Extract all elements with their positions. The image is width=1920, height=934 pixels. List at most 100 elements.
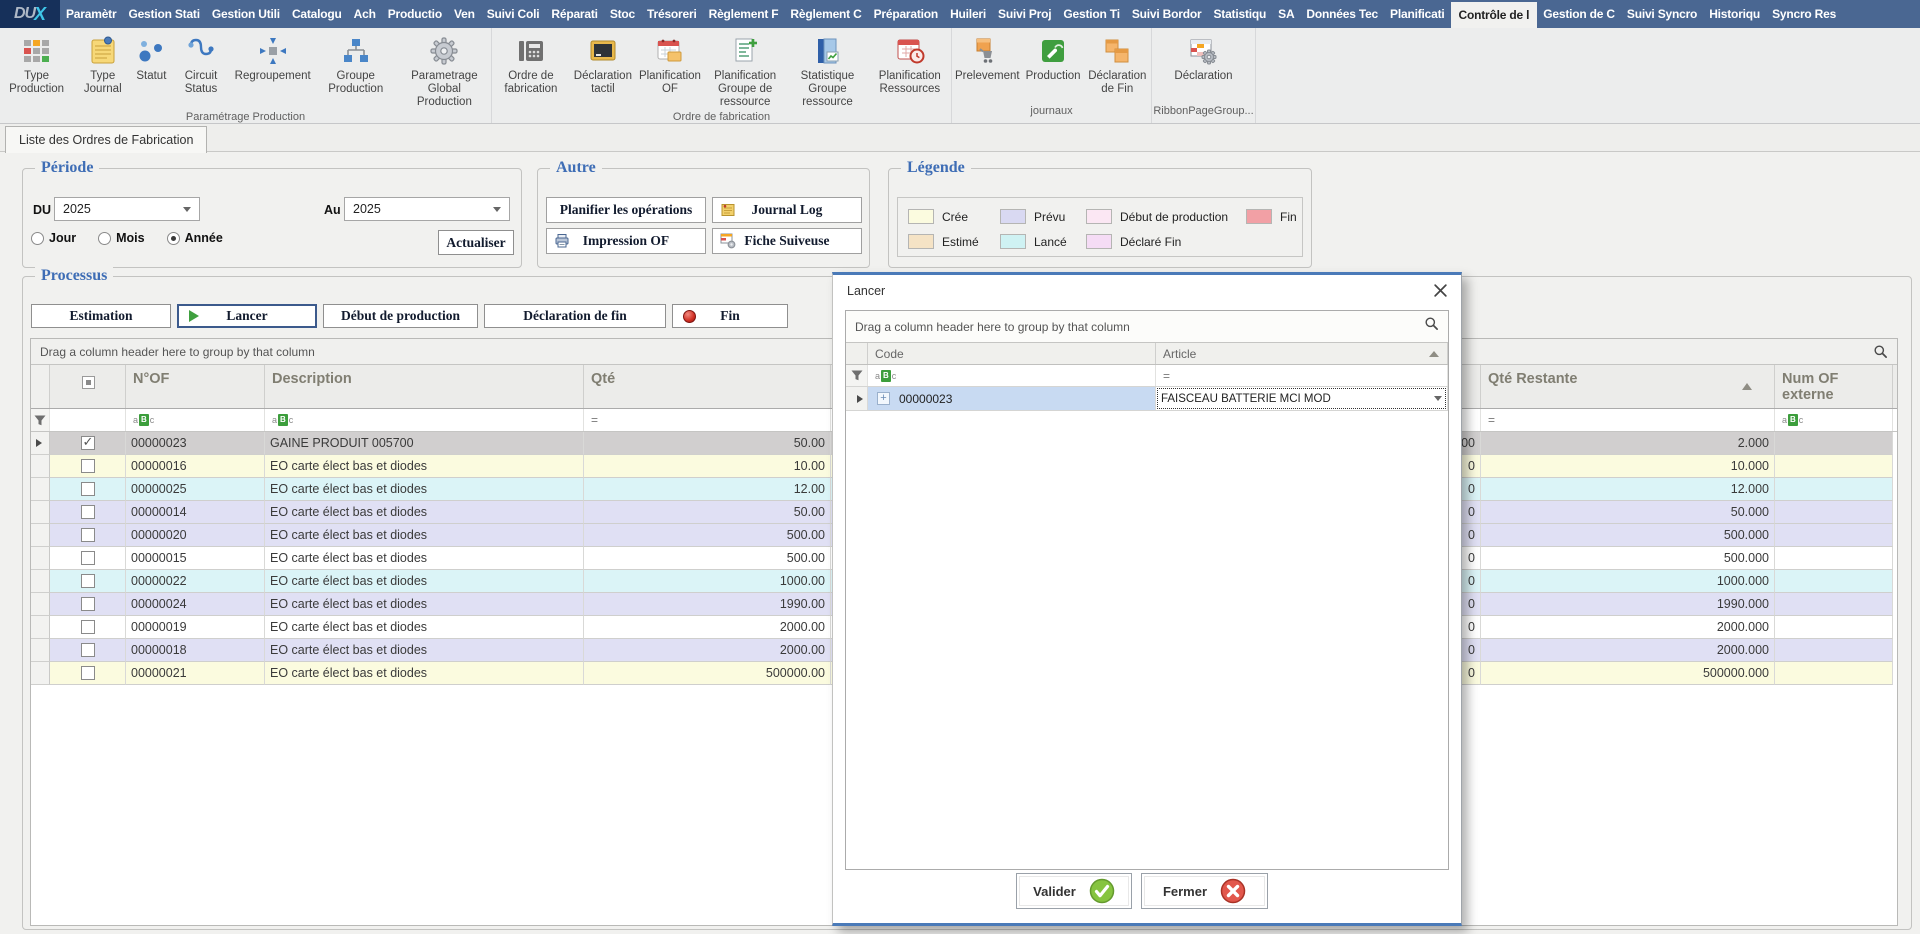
menu-item-productio[interactable]: Productio (382, 0, 448, 28)
filter-cell-nof2[interactable]: aBc (1775, 409, 1893, 431)
menu-item-planificati[interactable]: Planificati (1384, 0, 1450, 28)
radio-mois[interactable]: Mois (98, 231, 144, 245)
radio-annee[interactable]: Année (167, 231, 223, 245)
dialog-column-header-article[interactable]: Article (1156, 343, 1448, 364)
ribbon-button-groupe-production[interactable]: Groupe Production (314, 33, 398, 98)
row-checkbox[interactable] (81, 643, 95, 657)
row-checkbox[interactable] (81, 459, 95, 473)
ribbon-button-production[interactable]: Production (1023, 33, 1084, 85)
row-checkbox[interactable] (81, 528, 95, 542)
au-year-select[interactable]: 2025 (344, 197, 510, 221)
ribbon-button-planification-of[interactable]: Planification OF (636, 33, 704, 98)
filter-cell-ind[interactable] (31, 409, 50, 431)
filter-cell-desc[interactable]: aBc (265, 409, 584, 431)
ribbon-button-planification-groupe-de-ressource[interactable]: Planification Groupe de ressource (704, 33, 786, 111)
dialog-filter-cell-code[interactable]: aBc (868, 365, 1156, 386)
filter-cell-nof[interactable]: aBc (126, 409, 265, 431)
row-checkbox[interactable] (81, 620, 95, 634)
menu-item-statistiqu[interactable]: Statistiqu (1207, 0, 1272, 28)
menu-item-gestion-ti[interactable]: Gestion Ti (1057, 0, 1125, 28)
radio-jour[interactable]: Jour (31, 231, 76, 245)
dropdown-arrow-icon[interactable] (1434, 396, 1442, 401)
row-checkbox[interactable] (81, 597, 95, 611)
menu-item-preparation[interactable]: Préparation (868, 0, 945, 28)
column-header-sel[interactable] (50, 365, 126, 408)
ribbon-button-type-production[interactable]: Type Production (0, 33, 73, 98)
column-header-desc[interactable]: Description (265, 365, 584, 408)
menu-item-reparati[interactable]: Réparati (545, 0, 603, 28)
expand-plus-icon[interactable] (877, 392, 890, 405)
button-planifier-les-operations[interactable]: Planifier les opérations (546, 197, 706, 223)
search-icon[interactable] (1873, 344, 1888, 359)
menu-item-suivi-syncro[interactable]: Suivi Syncro (1621, 0, 1703, 28)
button-debut-de-production[interactable]: Début de production (323, 304, 478, 328)
row-checkbox[interactable] (81, 551, 95, 565)
search-icon[interactable] (1424, 316, 1439, 331)
actualiser-button[interactable]: Actualiser (438, 230, 514, 255)
column-header-qte[interactable]: Qté (584, 365, 831, 408)
ribbon-button-parametrage-global-production[interactable]: Parametrage Global Production (398, 33, 491, 111)
menu-item-historiqu[interactable]: Historiqu (1703, 0, 1766, 28)
menu-item-syncro-res[interactable]: Syncro Res (1766, 0, 1842, 28)
menu-item-controle-de-l[interactable]: Contrôle de l (1451, 2, 1538, 28)
menu-item-catalogu[interactable]: Catalogu (286, 0, 348, 28)
close-icon[interactable] (1433, 283, 1448, 298)
menu-item-reglement-f[interactable]: Règlement F (703, 0, 785, 28)
menu-item-stoc[interactable]: Stoc (604, 0, 641, 28)
ribbon-button-declaration-de-fin[interactable]: Déclaration de Fin (1084, 33, 1151, 98)
ribbon-button-statut[interactable]: Statut (132, 33, 170, 85)
valider-button[interactable]: Valider (1016, 873, 1132, 909)
menu-item-suivi-coli[interactable]: Suivi Coli (481, 0, 546, 28)
ribbon-button-statistique-groupe-ressource[interactable]: Statistique Groupe ressource (786, 33, 868, 111)
row-checkbox[interactable] (81, 666, 95, 680)
tab-liste-des-ordres-de-fabrication[interactable]: Liste des Ordres de Fabrication (5, 126, 207, 153)
button-journal-log[interactable]: Journal Log (712, 197, 862, 223)
button-fiche-suiveuse[interactable]: Fiche Suiveuse (712, 228, 862, 254)
menu-item-ven[interactable]: Ven (448, 0, 481, 28)
article-editor[interactable]: FAISCEAU BATTERIE MCI MOD (1157, 388, 1446, 409)
dialog-row[interactable]: 00000023FAISCEAU BATTERIE MCI MOD (846, 387, 1448, 411)
menu-item-huileri[interactable]: Huileri (944, 0, 992, 28)
menu-item-gestion-de-c[interactable]: Gestion de C (1537, 0, 1621, 28)
menu-item-suivi-bordor[interactable]: Suivi Bordor (1126, 0, 1208, 28)
ribbon-button-type-journal[interactable]: Type Journal (73, 33, 132, 98)
ribbon-button-declaration-tactil[interactable]: Déclaration tactil (570, 33, 636, 98)
dialog-filter-cell-ind[interactable] (846, 365, 868, 386)
menu-item-gestion-stati[interactable]: Gestion Stati (122, 0, 205, 28)
button-impression-of[interactable]: Impression OF (546, 228, 706, 254)
column-header-nof2[interactable]: Num OF externe (1775, 365, 1893, 408)
row-checkbox[interactable] (81, 436, 95, 450)
menu-item-tresoreri[interactable]: Trésoreri (641, 0, 703, 28)
du-year-select[interactable]: 2025 (54, 197, 200, 221)
menu-item-sa[interactable]: SA (1272, 0, 1300, 28)
fermer-button[interactable]: Fermer (1141, 873, 1268, 909)
menu-item-parametr[interactable]: Paramètr (60, 0, 122, 28)
column-header-rest[interactable]: Qté Restante (1481, 365, 1775, 408)
row-checkbox[interactable] (81, 574, 95, 588)
ribbon-button-circuit-status[interactable]: Circuit Status (170, 33, 231, 98)
filter-cell-qte[interactable]: = (584, 409, 831, 431)
filter-cell-sel[interactable] (50, 409, 126, 431)
select-all-checkbox[interactable] (82, 376, 95, 389)
button-estimation[interactable]: Estimation (31, 304, 171, 328)
filter-cell-rest[interactable]: = (1481, 409, 1775, 431)
menu-item-reglement-c[interactable]: Règlement C (784, 0, 867, 28)
row-checkbox[interactable] (81, 482, 95, 496)
ribbon-button-prelevement[interactable]: Prelevement (952, 33, 1023, 85)
button-lancer[interactable]: Lancer (177, 304, 317, 328)
ribbon-button-ordre-de-fabrication[interactable]: Ordre de fabrication (492, 33, 570, 98)
row-checkbox[interactable] (81, 505, 95, 519)
ribbon-button-planification-ressources[interactable]: Planification Ressources (869, 33, 951, 98)
dialog-filter-cell-article[interactable]: = (1156, 365, 1448, 386)
button-fin[interactable]: Fin (672, 304, 788, 328)
button-declaration-de-fin[interactable]: Déclaration de fin (484, 304, 666, 328)
menu-item-donnees-tec[interactable]: Données Tec (1300, 0, 1384, 28)
filter-cell-zero[interactable] (1462, 409, 1481, 431)
menu-item-ach[interactable]: Ach (348, 0, 382, 28)
dialog-column-header-code[interactable]: Code (868, 343, 1156, 364)
ribbon-button-regroupement[interactable]: Regroupement (232, 33, 314, 85)
ribbon-button-declaration[interactable]: Déclaration (1171, 33, 1235, 85)
menu-item-gestion-utili[interactable]: Gestion Utili (206, 0, 286, 28)
app-logo[interactable]: DUX (0, 0, 60, 28)
column-header-nof[interactable]: N°OF (126, 365, 265, 408)
